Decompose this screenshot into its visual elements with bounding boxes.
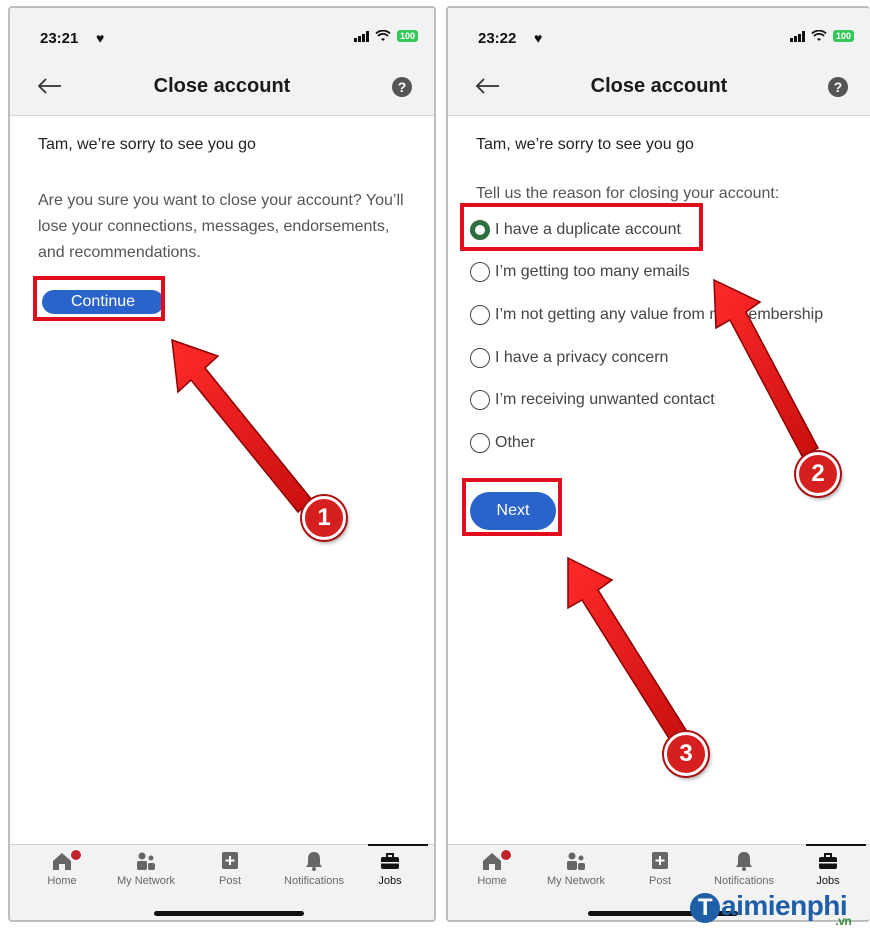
watermark-suffix: .vn	[835, 914, 852, 928]
reason-label: I have a privacy concern	[495, 349, 669, 366]
reason-label: I’m getting too many emails	[495, 263, 690, 280]
radio-unselected[interactable]	[470, 262, 490, 282]
nav-label: Jobs	[816, 875, 840, 887]
nav-jobs[interactable]: Jobs	[786, 844, 870, 887]
greeting-text: Tam, we’re sorry to see you go	[38, 136, 256, 153]
radio-unselected[interactable]	[470, 348, 490, 368]
step-3-badge: 3	[664, 732, 708, 776]
left-phone-screen: 23:21 ♥ 100 Close account ? Tam, we’re s…	[8, 6, 436, 922]
status-time: 23:22	[478, 30, 517, 47]
signal-icon	[789, 30, 805, 42]
bell-icon	[736, 852, 752, 871]
nav-label: Notifications	[284, 875, 344, 887]
reason-label: I’m receiving unwanted contact	[495, 391, 715, 408]
nav-home[interactable]: Home	[20, 849, 104, 887]
reason-label: Other	[495, 434, 536, 451]
help-icon[interactable]: ?	[828, 77, 848, 97]
greeting-text: Tam, we’re sorry to see you go	[476, 136, 694, 153]
network-icon	[567, 852, 585, 870]
nav-jobs[interactable]: Jobs	[348, 844, 432, 887]
post-icon	[652, 852, 668, 869]
continue-button[interactable]: Continue	[42, 290, 164, 314]
radio-unselected[interactable]	[470, 305, 490, 325]
step-2-badge: 2	[796, 452, 840, 496]
page-title: Close account	[153, 75, 291, 97]
radio-selected[interactable]	[470, 220, 490, 240]
nav-label: My Network	[546, 875, 606, 887]
nav-label: Notifications	[714, 875, 774, 887]
post-icon	[222, 852, 238, 869]
radio-unselected[interactable]	[470, 390, 490, 410]
reason-label: I have a duplicate account	[495, 221, 681, 238]
reason-option-duplicate[interactable]: I have a duplicate account	[470, 220, 681, 240]
nav-label: Home	[477, 875, 507, 887]
nav-label: Post	[218, 875, 241, 887]
nav-notifications[interactable]: Notifications	[272, 851, 356, 887]
watermark-text: aimienphi	[721, 890, 848, 921]
reason-option-no-value[interactable]: I’m not getting any value from my member…	[470, 305, 823, 325]
heart-icon: ♥	[534, 30, 543, 46]
wifi-icon	[375, 30, 391, 41]
header: Close account ?	[448, 56, 870, 116]
reason-option-too-many-emails[interactable]: I’m getting too many emails	[470, 262, 690, 282]
help-icon[interactable]: ?	[392, 77, 412, 97]
bell-icon	[306, 852, 322, 871]
radio-unselected[interactable]	[470, 433, 490, 453]
reason-prompt: Tell us the reason for closing your acco…	[476, 185, 780, 202]
reason-option-other[interactable]: Other	[470, 433, 535, 453]
wifi-icon	[811, 30, 827, 41]
step-1-badge: 1	[302, 496, 346, 540]
notification-badge	[500, 849, 512, 861]
nav-notifications[interactable]: Notifications	[702, 851, 786, 887]
nav-post[interactable]: Post	[618, 851, 702, 887]
nav-label: My Network	[116, 875, 176, 887]
status-bar: 23:21 ♥ 100	[10, 8, 434, 56]
nav-my-network[interactable]: My Network	[534, 851, 618, 887]
nav-post[interactable]: Post	[188, 851, 272, 887]
nav-home[interactable]: Home	[450, 849, 534, 887]
network-icon	[137, 852, 155, 870]
status-bar: 23:22 ♥ 100	[448, 8, 870, 56]
watermark-t: T	[690, 893, 720, 923]
reason-label: I’m not getting any value from my member…	[495, 306, 824, 323]
nav-my-network[interactable]: My Network	[104, 851, 188, 887]
heart-icon: ♥	[96, 30, 105, 46]
next-button[interactable]: Next	[470, 492, 556, 530]
watermark-logo: Taimienphi .vn	[690, 890, 852, 928]
status-time: 23:21	[40, 30, 79, 47]
page-title: Close account	[590, 75, 728, 97]
nav-label: Home	[47, 875, 77, 887]
notification-badge	[70, 849, 82, 861]
signal-icon	[353, 30, 369, 42]
battery-icon: 100	[396, 30, 418, 42]
briefcase-icon	[381, 853, 399, 869]
reason-option-privacy[interactable]: I have a privacy concern	[470, 348, 668, 368]
reason-option-unwanted-contact[interactable]: I’m receiving unwanted contact	[470, 390, 715, 410]
briefcase-icon	[819, 853, 837, 869]
battery-icon: 100	[832, 30, 854, 42]
nav-label: Post	[648, 875, 671, 887]
header: Close account ?	[10, 56, 434, 116]
home-indicator	[154, 911, 304, 916]
close-account-description: Are you sure you want to close your acco…	[38, 192, 404, 261]
nav-label: Jobs	[378, 875, 402, 887]
